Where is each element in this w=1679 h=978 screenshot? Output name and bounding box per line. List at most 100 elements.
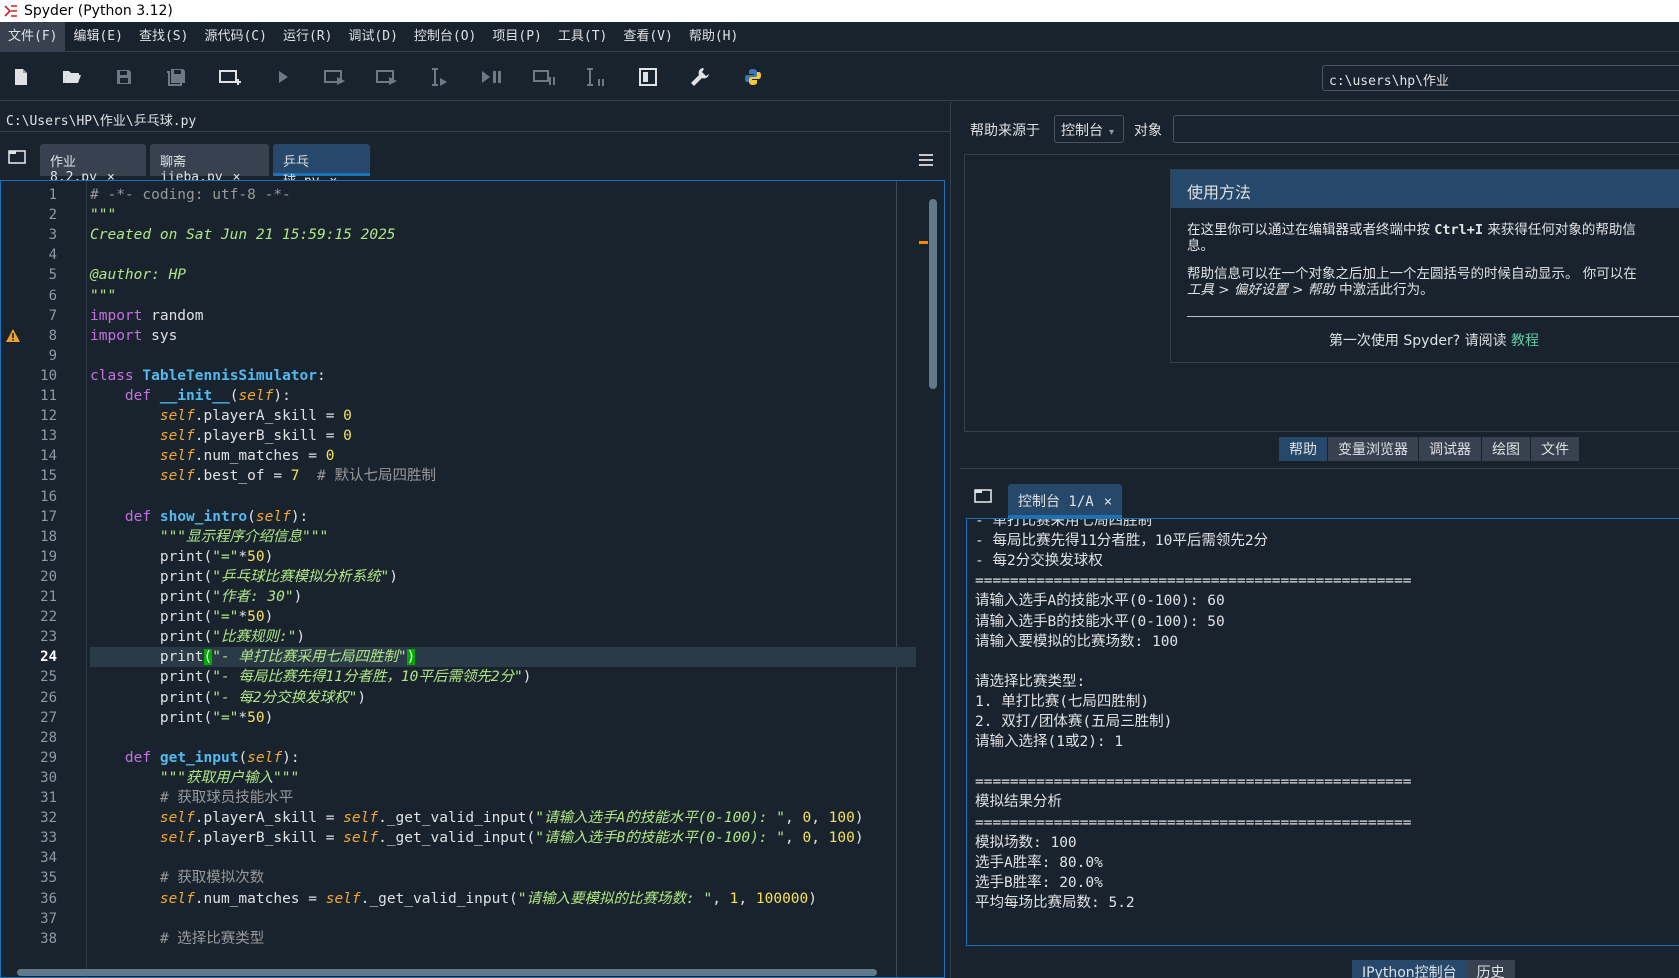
code-line[interactable]: self.num_matches = 0 [90,446,335,466]
ipython-console-output[interactable]: - 单打比赛采用七局四胜制 - 每局比赛先得11分者胜，10平后需领先2分 - 每2… [966,518,1679,946]
pane-splitter[interactable] [950,102,960,978]
open-file-icon[interactable] [59,65,85,89]
menu-projects[interactable]: 项目(P) [484,22,549,52]
menu-view[interactable]: 查看(V) [615,22,680,52]
tab-history[interactable]: 历史 [1466,960,1515,978]
line-number: 31 [40,790,57,806]
line-number: 13 [40,428,57,445]
line-number: 14 [40,448,57,465]
menu-source[interactable]: 源代码(C) [196,22,274,52]
code-editor[interactable]: 1 2 3 4 5 6 7 8 9 10 11 12 13 14 15 16 17 18 19 20 21 22 23 24 2… [0,180,945,978]
console-tab[interactable]: 控制台 1/A × [1008,484,1123,518]
save-icon[interactable] [111,65,137,89]
code-line[interactable]: # -*- coding: utf-8 -*- [90,185,291,205]
code-line[interactable]: @author: HP [90,265,186,285]
menu-run[interactable]: 运行(R) [275,22,340,52]
line-number: 10 [40,367,57,384]
line-number: 25 [40,669,57,686]
code-line[interactable]: # 获取模拟次数 [90,868,264,888]
code-line[interactable]: print("- 每2分交换发球权") [90,688,366,708]
console-line: 模拟场数: 100 [975,834,1077,851]
code-line[interactable]: Created on Sat Jun 21 15:59:15 2025 [90,225,396,245]
tab-variable-explorer[interactable]: 变量浏览器 [1328,437,1419,461]
tab-label: 控制台 1/A [1018,494,1094,510]
code-text[interactable]: # -*- coding: utf-8 -*- """ Created on Sat… [90,181,920,977]
code-line[interactable]: """ [90,286,116,306]
tab-debugger[interactable]: 调试器 [1419,437,1482,461]
code-line[interactable]: # 获取球员技能水平 [90,788,293,808]
code-line[interactable]: self.playerB_skill = self._get_valid_inp… [90,828,864,848]
editor-tab-liaozhai[interactable]: 聊斋jieba.py × [150,144,269,185]
help-object-input[interactable] [1173,115,1679,143]
code-line[interactable]: self.playerA_skill = 0 [90,406,352,426]
code-line[interactable]: def get_input(self): [90,748,300,768]
line-number: 38 [40,930,57,947]
code-line[interactable]: def __init__(self): [90,386,291,406]
tab-ipython-console[interactable]: IPython控制台 [1352,960,1467,978]
tab-help[interactable]: 帮助 [1279,437,1328,461]
code-line[interactable]: print("- 每局比赛先得11分者胜，10平后需领先2分") [90,667,532,687]
run-selection-icon[interactable] [426,65,452,89]
editor-horizontal-scrollbar[interactable] [17,967,917,977]
code-line[interactable]: print("="*50) [90,708,274,728]
code-line[interactable]: self.best_of = 7 # 默认七局四胜制 [90,466,436,486]
code-line[interactable]: # 选择比赛类型 [90,929,264,949]
maximize-pane-icon[interactable] [635,65,661,89]
code-line[interactable]: import random [90,306,204,326]
working-directory-input[interactable]: c:\users\hp\作业 [1322,65,1679,91]
warning-icon[interactable] [5,328,21,344]
editor-tab-homework[interactable]: 作业8.2.py × [40,144,146,185]
browse-tabs-icon[interactable] [974,488,992,507]
code-line[interactable]: self.num_matches = self._get_valid_input… [90,889,817,909]
tutorial-link[interactable]: 教程 [1511,333,1539,349]
code-line[interactable]: print("作者: 30") [90,587,303,607]
console-line: 模拟结果分析 [975,794,1062,811]
tab-files[interactable]: 文件 [1531,437,1580,461]
code-line[interactable]: """显示程序介绍信息""" [90,527,328,547]
tab-plots[interactable]: 绘图 [1482,437,1531,461]
editor-tab-pingpong[interactable]: 乒乓球.py× [273,144,370,189]
code-line[interactable]: import sys [90,326,177,346]
save-all-icon[interactable] [163,65,189,89]
help-source-select[interactable]: 控制台 ▾ [1054,115,1124,143]
options-menu-icon[interactable] [919,151,933,170]
menu-edit[interactable]: 编辑(E) [65,22,130,52]
new-cell-icon[interactable] [218,65,244,89]
menu-debug[interactable]: 调试(D) [340,22,405,52]
usage-title: 使用方法 [1171,170,1679,208]
code-line[interactable]: self.playerA_skill = self._get_valid_inp… [90,808,864,828]
code-line[interactable]: print("="*50) [90,547,274,567]
browse-tabs-icon[interactable] [8,149,26,168]
code-line[interactable]: """ [90,205,116,225]
console-line: ========================================… [975,774,1412,791]
console-line: 选手A胜率: 80.0% [975,854,1103,871]
menu-tools[interactable]: 工具(T) [550,22,615,52]
run-cell-advance-icon[interactable] [374,65,400,89]
editor-file-path: C:\Users\HP\作业\乒乓球.py [0,102,950,132]
line-number: 20 [40,568,57,585]
code-line[interactable]: class TableTennisSimulator: [90,366,326,386]
line-number: 5 [48,267,57,284]
python-path-icon[interactable] [740,65,766,89]
code-line[interactable]: print("="*50) [90,607,274,627]
code-line[interactable]: print("乒乓球比赛模拟分析系统") [90,567,398,587]
code-line[interactable]: print("比赛规则:") [90,627,305,647]
debug-cell-icon[interactable] [531,65,557,89]
code-line[interactable]: """获取用户输入""" [90,768,299,788]
menu-file[interactable]: 文件(F) [0,21,66,52]
usage-paragraph-2: 帮助信息可以在一个对象之后加上一个左圆括号的时候自动显示。 你可以在 [1187,266,1637,282]
preferences-wrench-icon[interactable] [687,65,713,89]
run-cell-icon[interactable] [322,65,348,89]
new-file-icon[interactable] [8,65,34,89]
editor-vertical-scrollbar[interactable] [928,191,938,961]
menu-search[interactable]: 查找(S) [131,22,196,52]
menu-console[interactable]: 控制台(O) [406,22,484,52]
code-line[interactable]: self.playerB_skill = 0 [90,426,352,446]
run-icon[interactable] [270,65,296,89]
close-icon[interactable]: × [1104,494,1112,510]
debug-selection-icon[interactable] [583,65,609,89]
code-line[interactable]: def show_intro(self): [90,507,308,527]
menu-help[interactable]: 帮助(H) [681,22,746,52]
debug-icon[interactable] [478,65,504,89]
code-line-current[interactable]: print("- 单打比赛采用七局四胜制") [90,647,916,668]
